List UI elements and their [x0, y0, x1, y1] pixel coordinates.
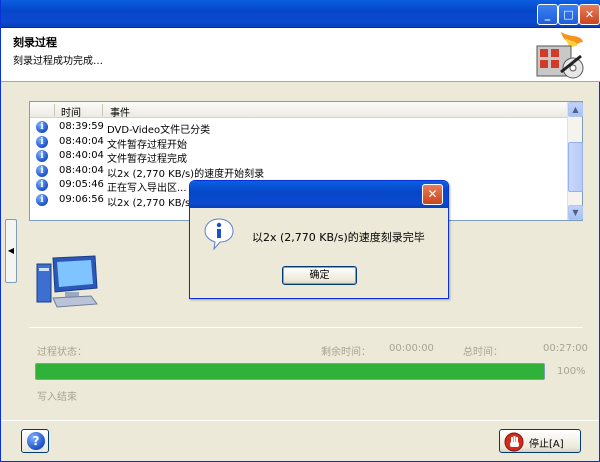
column-event-header[interactable]: 事件 [110, 104, 130, 119]
remaining-time-label: 剩余时间： [321, 347, 371, 358]
help-icon: ? [27, 432, 45, 450]
close-button[interactable]: ✕ [579, 4, 600, 25]
log-time: 08:40:04 [59, 164, 104, 176]
scroll-down-button[interactable]: ▼ [568, 205, 583, 220]
collapse-panel-button[interactable]: ◀ [5, 219, 17, 283]
log-time: 09:06:56 [59, 193, 104, 205]
info-icon [204, 218, 234, 250]
page-subtitle: 刻录过程成功完成… [13, 56, 103, 67]
remaining-time-value: 00:00:00 [389, 343, 434, 354]
page-title: 刻录过程 [13, 36, 57, 49]
log-header: 时间 事件 [30, 102, 568, 119]
log-scrollbar[interactable]: ▲ ▼ [567, 102, 583, 220]
footer-divider [1, 420, 599, 421]
info-icon: i [36, 150, 48, 163]
log-time: 09:05:46 [59, 179, 104, 191]
process-status-label: 过程状态： [37, 347, 87, 358]
log-row[interactable]: i 08:39:59 DVD-Video文件已分类 [30, 120, 568, 136]
log-time: 08:39:59 [59, 121, 104, 132]
dialog-title-bar[interactable]: ✕ [190, 181, 448, 208]
info-icon: i [36, 135, 48, 148]
column-time-header[interactable]: 时间 [61, 104, 81, 119]
dialog-message: 以2x (2,770 KB/s)的速度刻录完毕 [252, 231, 425, 244]
burn-progress-window: _ □ ✕ 刻录过程 刻录过程成功完成… 时间 事件 i 08:39:59 DV… [0, 0, 600, 462]
dialog-close-button[interactable]: ✕ [422, 184, 443, 205]
log-row[interactable]: i 08:40:04 文件暂存过程完成 [30, 149, 568, 165]
progress-fill [36, 364, 544, 379]
total-time-value: 00:27:00 [543, 343, 588, 354]
burn-progress-bar [35, 363, 545, 380]
ok-button[interactable]: 确定 [282, 266, 357, 285]
minimize-button[interactable]: _ [537, 4, 558, 25]
info-icon: i [36, 164, 48, 177]
computer-icon [36, 255, 98, 308]
log-row[interactable]: i 08:40:04 文件暂存过程开始 [30, 135, 568, 151]
total-time-label: 总时间： [463, 347, 503, 358]
title-bar[interactable]: _ □ ✕ [1, 0, 600, 28]
write-status-text: 写入结束 [37, 392, 77, 403]
maximize-button[interactable]: □ [558, 4, 579, 25]
stop-hand-icon [504, 432, 524, 452]
log-row[interactable]: i 08:40:04 以2x (2,770 KB/s)的速度开始刻录 [30, 164, 568, 180]
scroll-up-button[interactable]: ▲ [568, 102, 583, 117]
info-icon: i [36, 121, 48, 133]
flaming-disc-logo-icon [536, 32, 584, 79]
info-icon: i [36, 179, 48, 192]
help-button[interactable]: ? [21, 429, 49, 453]
log-time: 08:40:04 [59, 135, 104, 147]
log-time: 08:40:04 [59, 150, 104, 162]
info-icon: i [36, 193, 48, 206]
progress-percent: 100% [557, 366, 586, 377]
stop-button[interactable]: 停止[A] [499, 429, 581, 453]
completion-dialog: ✕ 以2x (2,770 KB/s)的速度刻录完毕 确定 [189, 180, 449, 299]
stop-button-label: 停止[A] [529, 439, 564, 450]
section-divider [29, 327, 583, 328]
scroll-thumb[interactable] [568, 142, 583, 192]
header-band: 刻录过程 刻录过程成功完成… [1, 28, 600, 82]
